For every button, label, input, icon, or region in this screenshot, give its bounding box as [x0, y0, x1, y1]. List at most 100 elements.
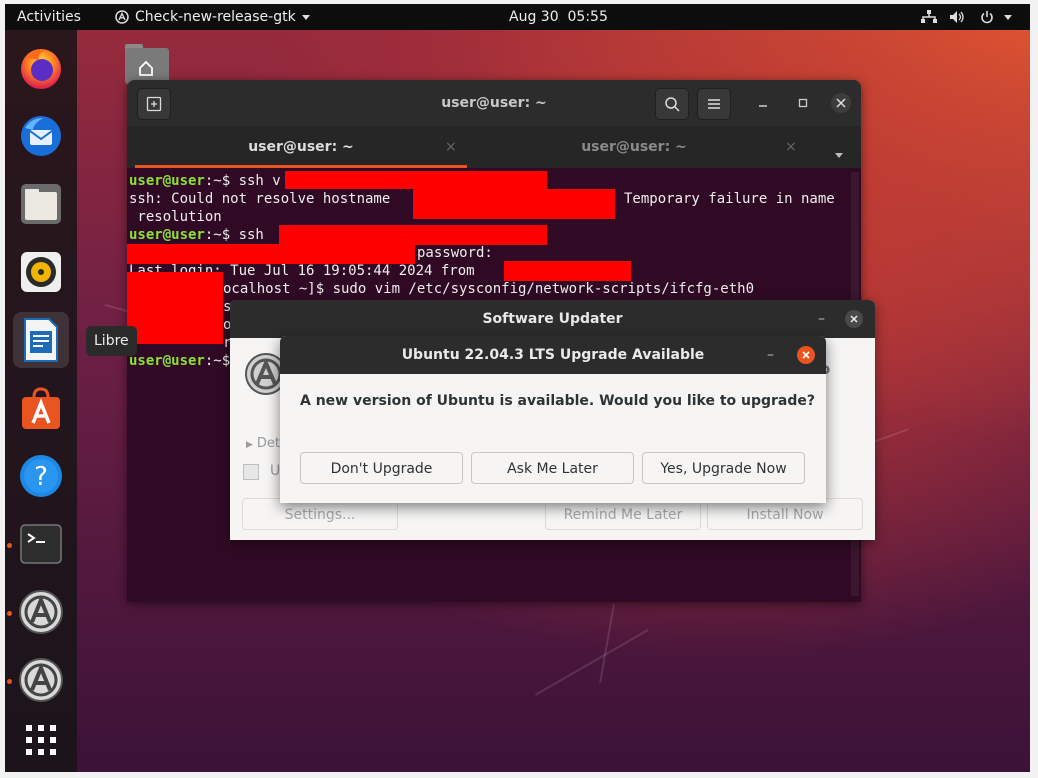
close-button[interactable] — [845, 310, 863, 328]
dock-item-help[interactable]: ? — [13, 448, 69, 504]
dock-item-libreoffice-writer[interactable] — [13, 312, 69, 368]
close-tab-icon[interactable]: × — [785, 126, 797, 168]
dialog-titlebar: Ubuntu 22.04.3 LTS Upgrade Available – — [280, 336, 826, 374]
dock-item-terminal[interactable] — [13, 516, 69, 572]
wallpaper-line — [535, 629, 649, 696]
wallpaper-line — [599, 603, 615, 683]
terminal-line: ocalhost ~]$ sudo vim /etc/sysconfig/net… — [223, 281, 755, 297]
thunderbird-icon — [21, 116, 61, 156]
power-icon — [981, 11, 993, 24]
details-expander[interactable]: ▶ Det — [246, 436, 280, 451]
terminal-tab-bar: user@user: ~ × user@user: ~ × — [127, 126, 861, 168]
app-menu[interactable]: Check-new-release-gtk — [115, 4, 310, 30]
terminal-line: user@user:~$ — [129, 353, 231, 369]
tabs-dropdown-button[interactable] — [835, 145, 843, 164]
show-applications-button[interactable] — [13, 712, 69, 768]
top-bar: Activities Check-new-release-gtk Aug 30 … — [5, 4, 1030, 30]
tab-label: user@user: ~ — [581, 139, 687, 155]
terminal-line: user@user:~$ ssh v — [129, 173, 281, 189]
system-menu[interactable] — [921, 4, 1013, 30]
terminal-line: ssh: Could not resolve hostname — [129, 191, 391, 207]
running-indicator — [7, 679, 12, 684]
svg-text:?: ? — [34, 462, 48, 492]
redaction-block — [279, 225, 547, 245]
close-button[interactable] — [797, 346, 815, 364]
upgrade-dialog: Ubuntu 22.04.3 LTS Upgrade Available – A… — [280, 336, 826, 503]
software-center-icon — [22, 387, 60, 429]
dialog-title: Ubuntu 22.04.3 LTS Upgrade Available — [401, 347, 705, 363]
redaction-block — [127, 272, 223, 344]
software-updater-icon — [19, 590, 63, 634]
minimize-button[interactable]: – — [767, 336, 774, 374]
network-icon — [921, 10, 937, 23]
clock[interactable]: Aug 30 05:55 — [509, 4, 608, 30]
dock-item-software-updater-2[interactable] — [13, 652, 69, 708]
dialog-message: A new version of Ubuntu is available. Wo… — [300, 393, 816, 409]
close-icon — [802, 351, 810, 359]
close-tab-icon[interactable]: × — [445, 126, 457, 168]
updater-titlebar: Software Updater – — [230, 300, 875, 338]
terminal-line: resolution — [129, 209, 222, 225]
redaction-block — [285, 171, 547, 189]
updater-title: Software Updater — [482, 311, 623, 327]
maximize-button[interactable] — [793, 93, 813, 113]
terminal-line: password: — [417, 245, 493, 261]
dock-item-firefox[interactable] — [13, 40, 69, 96]
dock-item-ubuntu-software[interactable] — [13, 380, 69, 436]
minimize-button[interactable] — [753, 93, 773, 113]
tab-label: user@user: ~ — [248, 139, 354, 155]
redaction-block — [413, 189, 615, 219]
chevron-down-icon — [835, 153, 843, 158]
help-icon: ? — [20, 455, 62, 497]
redaction-block — [504, 261, 631, 281]
software-updater-icon — [19, 658, 63, 702]
activities-button[interactable]: Activities — [17, 4, 81, 30]
tab-1[interactable]: user@user: ~ × — [135, 126, 467, 168]
terminal-line: Temporary failure in name — [624, 191, 835, 207]
update-checkbox[interactable] — [243, 464, 259, 480]
dock-item-thunderbird[interactable] — [13, 108, 69, 164]
rhythmbox-icon — [21, 252, 61, 292]
volume-icon — [950, 11, 965, 23]
app-menu-label: Check-new-release-gtk — [135, 9, 296, 25]
chevron-down-icon — [1004, 14, 1013, 20]
updater-small-icon — [115, 10, 129, 24]
apps-grid-icon — [26, 725, 56, 755]
terminal-line: user@user:~$ ssh — [129, 227, 264, 243]
desktop-home-folder[interactable] — [123, 42, 169, 84]
dock-item-rhythmbox[interactable] — [13, 244, 69, 300]
redaction-block — [127, 244, 415, 264]
close-icon — [850, 315, 858, 323]
dock-tooltip: Libre — [86, 326, 137, 356]
dock-item-files[interactable] — [13, 176, 69, 232]
close-icon — [836, 98, 846, 108]
running-indicator — [7, 543, 12, 548]
clock-label: Aug 30 05:55 — [509, 9, 608, 25]
firefox-icon — [21, 49, 61, 89]
activities-label: Activities — [17, 9, 81, 25]
terminal-title: user@user: ~ — [441, 95, 547, 111]
dont-upgrade-button[interactable]: Don't Upgrade — [300, 452, 463, 484]
terminal-icon — [20, 524, 62, 564]
writer-icon — [24, 318, 58, 362]
update-row-label: U — [270, 463, 281, 479]
dock-item-software-updater[interactable] — [13, 584, 69, 640]
maximize-icon — [798, 98, 808, 108]
minimize-icon — [759, 105, 767, 107]
search-button[interactable] — [655, 88, 689, 120]
terminal-headerbar: user@user: ~ — [127, 80, 861, 127]
files-icon — [21, 184, 61, 224]
minimize-button[interactable]: – — [818, 300, 825, 338]
tab-2[interactable]: user@user: ~ × — [467, 126, 801, 168]
chevron-down-icon — [301, 14, 310, 20]
home-folder-icon — [125, 44, 169, 84]
close-button[interactable] — [831, 93, 851, 113]
dock: ? — [5, 30, 77, 772]
expander-triangle-icon: ▶ — [246, 440, 253, 450]
running-indicator — [7, 611, 12, 616]
ask-me-later-button[interactable]: Ask Me Later — [471, 452, 634, 484]
upgrade-now-button[interactable]: Yes, Upgrade Now — [642, 452, 805, 484]
hamburger-icon — [708, 99, 720, 109]
menu-button[interactable] — [697, 88, 731, 120]
desktop: Activities Check-new-release-gtk Aug 30 … — [5, 4, 1030, 772]
